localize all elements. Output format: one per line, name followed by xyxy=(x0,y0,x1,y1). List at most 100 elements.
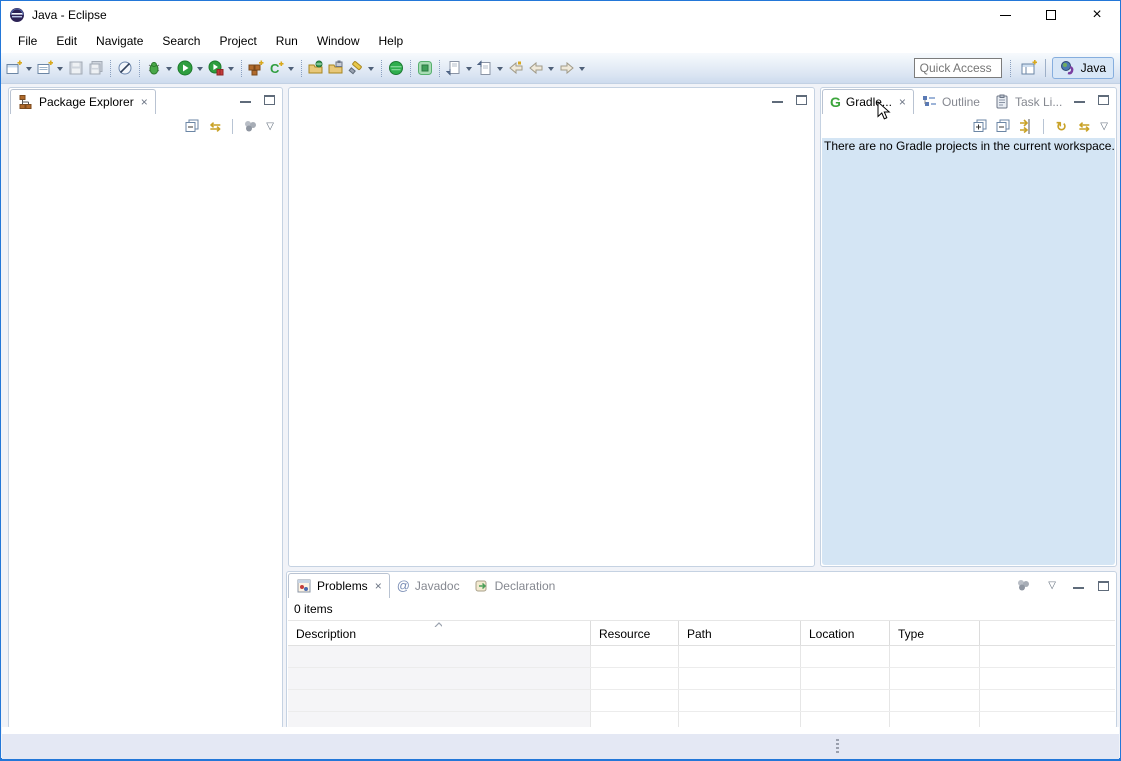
menu-file[interactable]: File xyxy=(9,31,47,51)
next-annotation-icon[interactable] xyxy=(444,57,464,79)
collapse-all-icon[interactable] xyxy=(182,115,202,137)
debug-dropdown-icon[interactable] xyxy=(166,67,172,74)
tab-close-icon[interactable]: × xyxy=(141,95,148,109)
tab-task-list-label: Task Li... xyxy=(1015,95,1062,109)
previous-annotation-icon[interactable] xyxy=(475,57,495,79)
link-with-editor-icon[interactable]: ⇆ xyxy=(205,115,225,137)
view-maximize-icon[interactable] xyxy=(1098,95,1109,105)
view-maximize-icon[interactable] xyxy=(1098,581,1109,591)
tab-javadoc[interactable]: @ Javadoc xyxy=(390,573,467,598)
view-minimize-icon[interactable] xyxy=(240,98,251,103)
window-minimize-button[interactable] xyxy=(982,1,1028,29)
coverage-icon[interactable] xyxy=(206,57,226,79)
search-icon[interactable] xyxy=(346,57,366,79)
tab-close-icon[interactable]: × xyxy=(899,95,906,109)
expand-all-icon[interactable] xyxy=(970,115,990,137)
package-explorer-icon xyxy=(18,94,34,110)
forward-dropdown-icon[interactable] xyxy=(579,67,585,74)
save-icon[interactable] xyxy=(66,57,86,79)
run-dropdown-icon[interactable] xyxy=(197,67,203,74)
main-toolbar: C Java xyxy=(1,53,1120,84)
open-task-icon[interactable] xyxy=(326,57,346,79)
forward-icon[interactable] xyxy=(557,57,577,79)
statusbar-grip-handle[interactable] xyxy=(836,739,839,753)
new-class-icon[interactable]: C xyxy=(266,57,286,79)
link-with-selection-icon[interactable]: ⇆ xyxy=(1074,115,1094,137)
svg-text:C: C xyxy=(270,61,280,76)
back-dropdown-icon[interactable] xyxy=(548,67,554,74)
menu-help[interactable]: Help xyxy=(370,31,414,51)
window-title: Java - Eclipse xyxy=(32,8,107,22)
javadoc-icon: @ xyxy=(397,578,410,593)
tab-gradle-tasks[interactable]: G Gradle... × xyxy=(822,89,914,114)
status-bar xyxy=(2,734,1119,759)
view-maximize-icon[interactable] xyxy=(264,95,275,105)
column-header-resource[interactable]: Resource xyxy=(591,621,679,645)
eclipse-window: Java - Eclipse × File Edit Navigate Sear… xyxy=(0,0,1121,761)
gradle-empty-message: There are no Gradle projects in the curr… xyxy=(822,138,1115,565)
menu-window[interactable]: Window xyxy=(308,31,370,51)
refresh-tasks-icon[interactable]: ↻ xyxy=(1051,115,1071,137)
back-icon[interactable] xyxy=(526,57,546,79)
run-icon[interactable] xyxy=(175,57,195,79)
view-menu-icon[interactable]: ▽ xyxy=(1097,121,1111,132)
titlebar: Java - Eclipse × xyxy=(1,1,1120,29)
menu-navigate[interactable]: Navigate xyxy=(87,31,153,51)
column-header-type[interactable]: Type xyxy=(890,621,980,645)
new-submenu-dropdown-icon[interactable] xyxy=(57,67,63,74)
new-submenu-icon[interactable] xyxy=(35,57,55,79)
debug-icon[interactable] xyxy=(144,57,164,79)
record-icon[interactable] xyxy=(386,57,406,79)
menu-search[interactable]: Search xyxy=(153,31,210,51)
view-menu-icon[interactable]: ▽ xyxy=(263,121,277,132)
new-java-project-icon[interactable] xyxy=(246,57,266,79)
view-minimize-icon[interactable] xyxy=(1074,98,1085,103)
view-menu-icon[interactable]: ▽ xyxy=(1045,580,1059,591)
java-perspective-icon xyxy=(1060,60,1076,76)
quick-access-input[interactable] xyxy=(914,58,1002,78)
save-all-icon[interactable] xyxy=(86,57,106,79)
java-perspective-label: Java xyxy=(1081,61,1106,75)
collapse-all-icon[interactable] xyxy=(993,115,1013,137)
tab-package-explorer[interactable]: Package Explorer × xyxy=(10,89,156,114)
previous-annotation-dropdown-icon[interactable] xyxy=(497,67,503,74)
tab-problems[interactable]: Problems × xyxy=(288,573,390,598)
open-type-icon[interactable] xyxy=(306,57,326,79)
next-annotation-dropdown-icon[interactable] xyxy=(466,67,472,74)
coverage-dropdown-icon[interactable] xyxy=(228,67,234,74)
menu-edit[interactable]: Edit xyxy=(47,31,87,51)
eclipse-logo-icon xyxy=(9,7,25,23)
editor-maximize-icon[interactable] xyxy=(796,95,807,105)
last-edit-location-icon[interactable] xyxy=(506,57,526,79)
tab-package-explorer-label: Package Explorer xyxy=(39,95,134,109)
tab-task-list[interactable]: Task Li... xyxy=(987,89,1069,114)
task-list-icon xyxy=(994,94,1010,110)
problems-icon xyxy=(296,578,312,594)
window-close-button[interactable]: × xyxy=(1074,1,1120,29)
column-header-location[interactable]: Location xyxy=(801,621,890,645)
flat-layout-icon[interactable] xyxy=(1016,115,1036,137)
new-wizard-icon[interactable] xyxy=(4,57,24,79)
declaration-icon xyxy=(474,578,490,594)
tab-declaration[interactable]: Declaration xyxy=(467,573,563,598)
open-perspective-icon[interactable] xyxy=(1019,57,1039,79)
tab-declaration-label: Declaration xyxy=(495,579,556,593)
column-header-spacer xyxy=(980,621,1115,645)
java-perspective-button[interactable]: Java xyxy=(1052,57,1114,79)
search-dropdown-icon[interactable] xyxy=(368,67,374,74)
menu-project[interactable]: Project xyxy=(210,31,266,51)
menu-run[interactable]: Run xyxy=(267,31,308,51)
focus-icon xyxy=(1015,577,1031,593)
new-class-dropdown-icon[interactable] xyxy=(288,67,294,74)
tab-outline[interactable]: Outline xyxy=(914,89,987,114)
editor-area[interactable] xyxy=(288,87,815,567)
editor-minimize-icon[interactable] xyxy=(772,98,783,103)
column-header-path[interactable]: Path xyxy=(679,621,801,645)
stop-icon[interactable] xyxy=(415,57,435,79)
tab-close-icon[interactable]: × xyxy=(375,579,382,593)
new-wizard-dropdown-icon[interactable] xyxy=(26,67,32,74)
focus-icon xyxy=(240,115,260,137)
view-minimize-icon[interactable] xyxy=(1073,584,1084,589)
toggle-mark-occurrences-icon[interactable] xyxy=(115,57,135,79)
window-maximize-button[interactable] xyxy=(1028,1,1074,29)
